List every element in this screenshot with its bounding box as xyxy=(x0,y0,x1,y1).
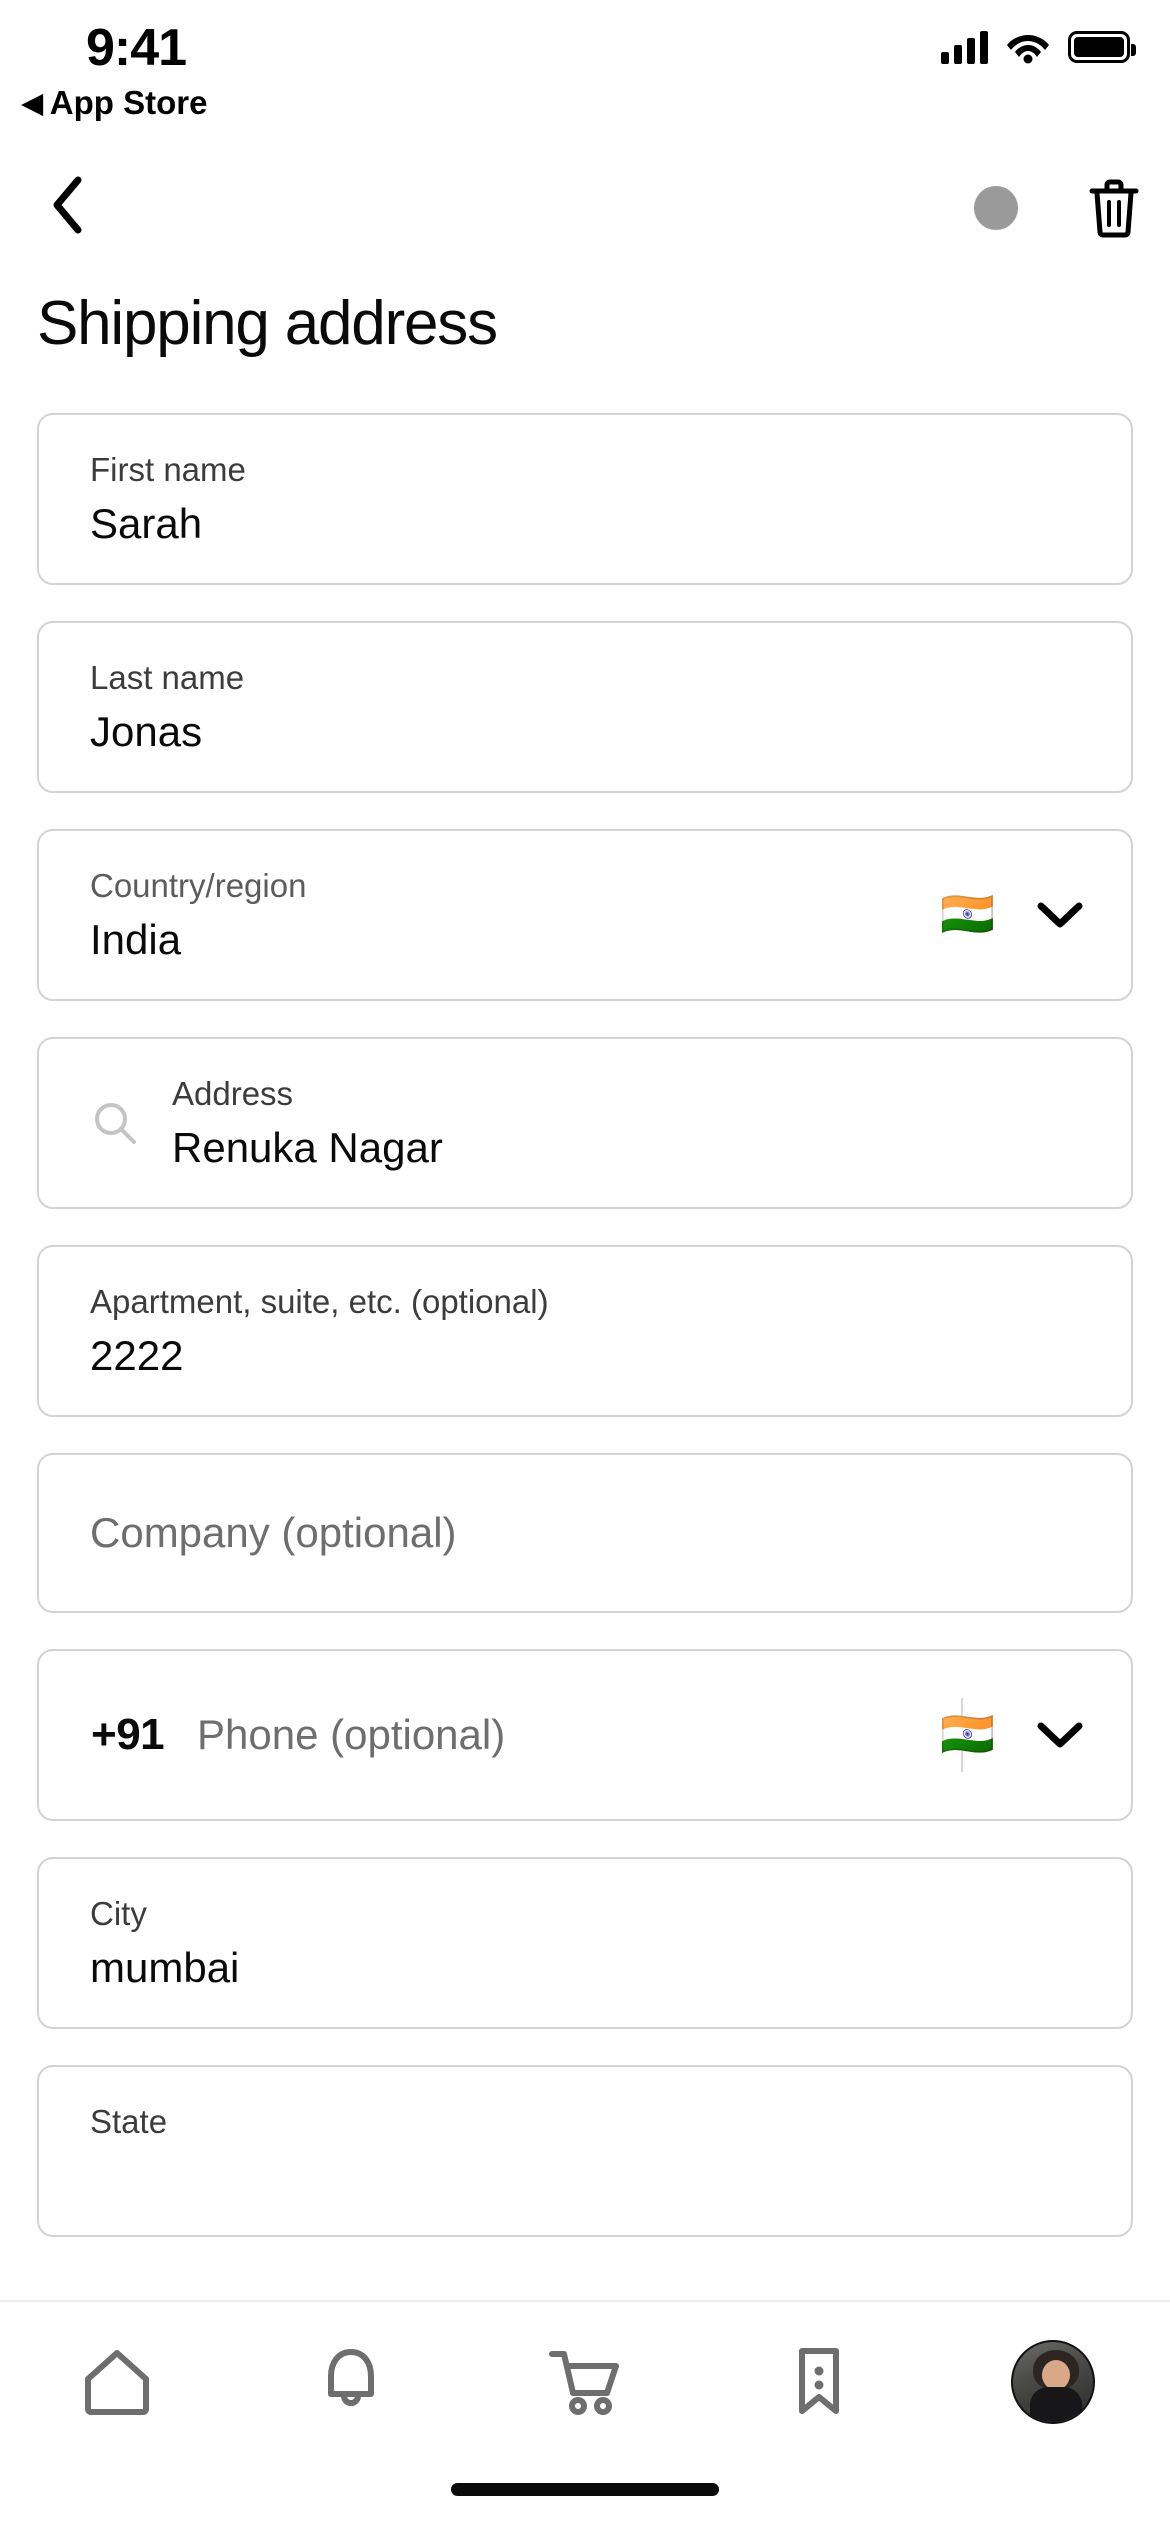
field-company[interactable]: Company (optional) xyxy=(37,1453,1133,1613)
country-region-value[interactable]: India xyxy=(90,916,181,964)
address-label: Address xyxy=(172,1075,294,1112)
field-phone[interactable]: +91 Phone (optional) 🇮🇳 xyxy=(37,1649,1133,1821)
field-country-region[interactable]: Country/region India 🇮🇳 xyxy=(37,829,1133,1001)
avatar-image xyxy=(1011,2340,1095,2424)
shopping-cart-icon xyxy=(546,2346,624,2418)
apartment-label: Apartment, suite, etc. (optional) xyxy=(90,1283,549,1320)
trash-icon xyxy=(1088,178,1140,238)
field-address[interactable]: Address Renuka Nagar xyxy=(37,1037,1133,1209)
country-region-label: Country/region xyxy=(90,867,307,904)
bookmark-icon xyxy=(790,2345,848,2419)
state-label: State xyxy=(90,2103,168,2140)
india-flag-icon: 🇮🇳 xyxy=(940,1710,995,1759)
page-title: Shipping address xyxy=(37,289,498,358)
tab-cart[interactable] xyxy=(468,2302,702,2462)
company-input-placeholder[interactable]: Company (optional) xyxy=(90,1509,457,1557)
first-name-input[interactable]: Sarah xyxy=(90,500,202,548)
battery-full-icon xyxy=(1068,31,1136,63)
tab-profile[interactable] xyxy=(936,2302,1170,2462)
navigation-actions xyxy=(974,160,1140,255)
status-bar-indicators xyxy=(941,30,1136,64)
india-flag-icon: 🇮🇳 xyxy=(940,890,995,939)
first-name-label: First name xyxy=(90,451,246,488)
navigation-bar xyxy=(0,160,1170,265)
home-indicator xyxy=(451,2483,719,2496)
back-app-label: App Store xyxy=(49,84,208,121)
country-region-trailing: 🇮🇳 xyxy=(940,893,1083,937)
chevron-left-icon xyxy=(50,176,84,239)
field-city[interactable]: City mumbai xyxy=(37,1857,1133,2029)
search-icon xyxy=(91,1099,139,1147)
tab-orders[interactable] xyxy=(702,2302,936,2462)
loading-spinner-dot xyxy=(974,185,1018,230)
phone-country-code: +91 xyxy=(91,1710,165,1759)
bell-icon xyxy=(318,2346,384,2418)
chevron-down-icon[interactable] xyxy=(1037,1721,1083,1749)
back-triangle-icon: ◀ xyxy=(22,87,43,118)
tab-notifications[interactable] xyxy=(234,2302,468,2462)
shipping-address-screen: 9:41 ◀ App Store Shipping address First … xyxy=(0,0,1170,2532)
cellular-signal-icon xyxy=(941,30,988,64)
last-name-label: Last name xyxy=(90,659,245,696)
city-input[interactable]: mumbai xyxy=(90,1944,239,1992)
home-icon xyxy=(80,2347,154,2417)
tab-home[interactable] xyxy=(0,2302,234,2462)
return-to-app-store-button[interactable]: ◀ App Store xyxy=(22,84,207,122)
shipping-address-form: First name Sarah Last name Jonas Country… xyxy=(37,413,1133,2273)
field-apartment[interactable]: Apartment, suite, etc. (optional) 2222 xyxy=(37,1245,1133,1417)
field-state[interactable]: State xyxy=(37,2065,1133,2237)
last-name-input[interactable]: Jonas xyxy=(90,708,202,756)
city-label: City xyxy=(90,1895,147,1932)
tab-bar xyxy=(0,2302,1170,2462)
address-input[interactable]: Renuka Nagar xyxy=(172,1124,443,1172)
delete-address-button[interactable] xyxy=(1088,178,1140,238)
status-bar: 9:41 ◀ App Store xyxy=(0,0,1170,150)
field-last-name[interactable]: Last name Jonas xyxy=(37,621,1133,793)
phone-trailing: 🇮🇳 xyxy=(940,1713,1083,1757)
wifi-icon xyxy=(1006,30,1050,64)
apartment-input[interactable]: 2222 xyxy=(90,1332,183,1380)
chevron-down-icon[interactable] xyxy=(1037,901,1083,929)
phone-input-placeholder[interactable]: Phone (optional) xyxy=(197,1711,505,1759)
field-first-name[interactable]: First name Sarah xyxy=(37,413,1133,585)
status-bar-time: 9:41 xyxy=(86,19,187,77)
back-button[interactable] xyxy=(22,160,112,255)
